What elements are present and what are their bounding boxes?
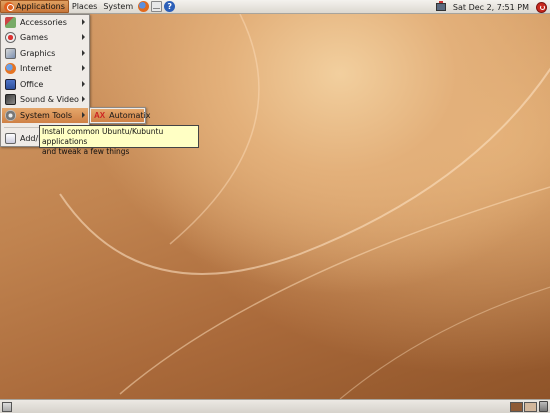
internet-icon: [5, 63, 16, 74]
menu-item-label: Graphics: [20, 49, 56, 58]
menu-item-games[interactable]: Games: [2, 30, 88, 45]
bottom-panel: [0, 399, 550, 413]
office-icon: [5, 79, 16, 90]
games-icon: [5, 32, 16, 43]
workspace-1[interactable]: [510, 402, 523, 412]
places-menu-button[interactable]: Places: [69, 0, 100, 13]
help-icon[interactable]: ?: [164, 1, 176, 12]
submenu-arrow-icon: [82, 34, 85, 40]
menu-item-label: System Tools: [20, 111, 73, 120]
applications-label: Applications: [16, 2, 65, 11]
submenu-item-label: Automatix: [109, 111, 151, 120]
accessories-icon: [5, 17, 16, 28]
clock[interactable]: Sat Dec 2, 7:51 PM: [450, 3, 532, 12]
trash-icon[interactable]: [539, 401, 548, 412]
system-tray: Sat Dec 2, 7:51 PM: [435, 0, 550, 14]
system-menu-button[interactable]: System: [100, 0, 136, 13]
automatix-icon: AX: [94, 111, 106, 120]
menu-item-label: Accessories: [20, 18, 67, 27]
sound-video-icon: [5, 94, 16, 105]
submenu-arrow-icon: [82, 96, 85, 102]
submenu-arrow-icon: [82, 112, 85, 118]
network-icon[interactable]: [435, 1, 446, 11]
system-tools-icon: [5, 110, 16, 121]
submenu-arrow-icon: [82, 65, 85, 71]
menu-item-office[interactable]: Office: [2, 77, 88, 92]
menu-item-label: Office: [20, 80, 44, 89]
submenu-item-automatix[interactable]: AX Automatix: [91, 109, 151, 122]
show-desktop-icon[interactable]: [2, 402, 12, 412]
menu-item-sound-video[interactable]: Sound & Video: [2, 92, 88, 107]
applications-menu-button[interactable]: Applications: [0, 0, 69, 13]
graphics-icon: [5, 48, 16, 59]
submenu-arrow-icon: [82, 19, 85, 25]
tooltip-line-1: Install common Ubuntu/Kubuntu applicatio…: [42, 127, 164, 146]
submenu-arrow-icon: [82, 50, 85, 56]
menu-item-label: Internet: [20, 64, 52, 73]
workspace-2[interactable]: [524, 402, 537, 412]
mail-icon[interactable]: [151, 1, 163, 12]
places-label: Places: [71, 2, 98, 11]
menu-item-graphics[interactable]: Graphics: [2, 46, 88, 61]
firefox-icon[interactable]: [138, 1, 150, 12]
menu-item-label: Games: [20, 33, 48, 42]
add-remove-icon: [5, 133, 16, 144]
menu-item-label: Sound & Video: [20, 95, 79, 104]
menu-item-accessories[interactable]: Accessories: [2, 15, 88, 30]
menu-item-system-tools[interactable]: System Tools: [2, 108, 88, 123]
submenu-arrow-icon: [82, 81, 85, 87]
automatix-tooltip: Install common Ubuntu/Kubuntu applicatio…: [39, 125, 199, 156]
tooltip-line-2: and tweak a few things: [42, 147, 130, 156]
system-label: System: [103, 2, 134, 11]
ubuntu-logo-icon: [4, 1, 14, 12]
system-tools-submenu: AX Automatix: [89, 107, 151, 124]
power-icon[interactable]: [536, 1, 547, 13]
top-panel: Applications Places System ? Sat Dec 2, …: [0, 0, 550, 14]
menu-item-internet[interactable]: Internet: [2, 61, 88, 76]
